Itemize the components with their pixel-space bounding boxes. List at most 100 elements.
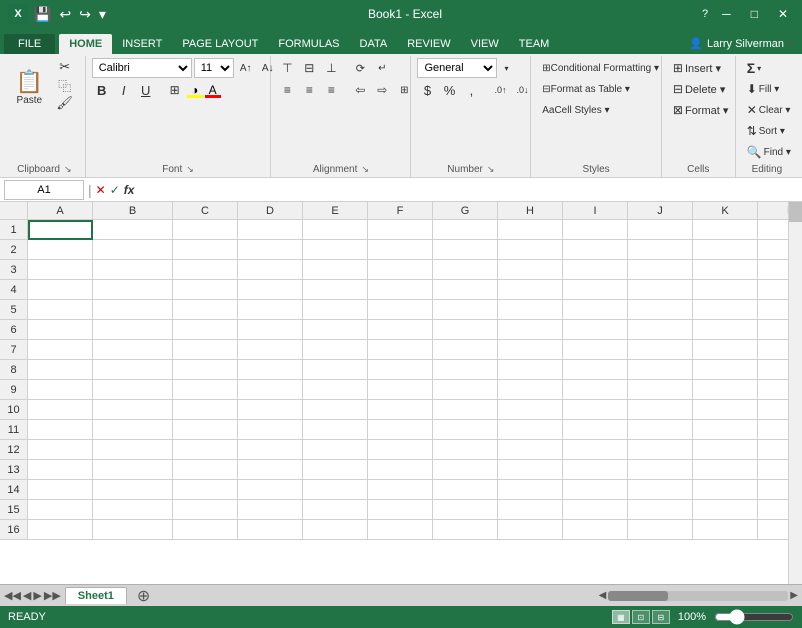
formula-input[interactable]	[138, 184, 798, 196]
tab-view[interactable]: VIEW	[461, 34, 509, 54]
comma-button[interactable]: ,	[461, 80, 481, 100]
cell-L1[interactable]	[758, 220, 788, 240]
cell-C5[interactable]	[173, 300, 238, 320]
col-header-H[interactable]: H	[498, 202, 563, 220]
cell-D16[interactable]	[238, 520, 303, 540]
save-qat-button[interactable]: 💾	[32, 6, 53, 23]
indent-dec-button[interactable]: ⇦	[350, 80, 370, 100]
cell-E8[interactable]	[303, 360, 368, 380]
row-num-5[interactable]: 5	[0, 300, 28, 320]
cell-I6[interactable]	[563, 320, 628, 340]
cell-D6[interactable]	[238, 320, 303, 340]
page-layout-view-button[interactable]: ⊡	[632, 610, 650, 624]
cell-K1[interactable]	[693, 220, 758, 240]
cell-E4[interactable]	[303, 280, 368, 300]
cell-J7[interactable]	[628, 340, 693, 360]
cut-button[interactable]: ✂	[51, 58, 79, 76]
col-header-G[interactable]: G	[433, 202, 498, 220]
tab-insert[interactable]: INSERT	[112, 34, 172, 54]
scrollbar-thumb[interactable]	[789, 202, 802, 222]
underline-button[interactable]: U	[136, 80, 156, 100]
cell-E2[interactable]	[303, 240, 368, 260]
clipboard-expand-icon[interactable]: ↘	[64, 164, 72, 175]
zoom-slider[interactable]	[714, 609, 794, 625]
cell-I12[interactable]	[563, 440, 628, 460]
cell-B10[interactable]	[93, 400, 173, 420]
cell-L5[interactable]	[758, 300, 788, 320]
cell-L3[interactable]	[758, 260, 788, 280]
cell-I11[interactable]	[563, 420, 628, 440]
cell-D1[interactable]	[238, 220, 303, 240]
cell-I3[interactable]	[563, 260, 628, 280]
cell-F8[interactable]	[368, 360, 433, 380]
cell-L7[interactable]	[758, 340, 788, 360]
font-color-indicator[interactable]: A	[205, 83, 221, 98]
cell-F13[interactable]	[368, 460, 433, 480]
cell-L8[interactable]	[758, 360, 788, 380]
col-header-A[interactable]: A	[28, 202, 93, 220]
cell-I16[interactable]	[563, 520, 628, 540]
sheet-nav-prev[interactable]: ◀	[23, 589, 31, 602]
row-num-12[interactable]: 12	[0, 440, 28, 460]
alignment-expand-icon[interactable]: ↘	[361, 164, 369, 175]
cell-K15[interactable]	[693, 500, 758, 520]
decrease-decimal-button[interactable]: .0↓	[512, 80, 532, 100]
format-painter-button[interactable]: 🖌	[51, 94, 79, 112]
tab-data[interactable]: DATA	[350, 34, 398, 54]
cell-E6[interactable]	[303, 320, 368, 340]
cell-L15[interactable]	[758, 500, 788, 520]
cell-L4[interactable]	[758, 280, 788, 300]
cell-E12[interactable]	[303, 440, 368, 460]
col-header-C[interactable]: C	[173, 202, 238, 220]
user-account[interactable]: 👤 Larry Silverman ▾	[679, 33, 802, 54]
cell-L11[interactable]	[758, 420, 788, 440]
cell-L9[interactable]	[758, 380, 788, 400]
cell-G4[interactable]	[433, 280, 498, 300]
cell-E10[interactable]	[303, 400, 368, 420]
cell-C3[interactable]	[173, 260, 238, 280]
wrap-text-button[interactable]: ↵	[372, 58, 392, 78]
cell-B11[interactable]	[93, 420, 173, 440]
cell-K9[interactable]	[693, 380, 758, 400]
horizontal-scrollbar-thumb[interactable]	[608, 591, 668, 601]
cell-A14[interactable]	[28, 480, 93, 500]
cell-K6[interactable]	[693, 320, 758, 340]
cell-J4[interactable]	[628, 280, 693, 300]
cell-I13[interactable]	[563, 460, 628, 480]
cell-B15[interactable]	[93, 500, 173, 520]
cell-C15[interactable]	[173, 500, 238, 520]
col-header-J[interactable]: J	[628, 202, 693, 220]
increase-font-button[interactable]: A↑	[236, 58, 256, 78]
cell-G8[interactable]	[433, 360, 498, 380]
scroll-right-button[interactable]: ▶	[790, 590, 798, 601]
cell-K13[interactable]	[693, 460, 758, 480]
row-num-4[interactable]: 4	[0, 280, 28, 300]
cell-F10[interactable]	[368, 400, 433, 420]
cell-J11[interactable]	[628, 420, 693, 440]
tab-review[interactable]: REVIEW	[397, 34, 460, 54]
cell-A15[interactable]	[28, 500, 93, 520]
cell-A12[interactable]	[28, 440, 93, 460]
sheet-nav-first[interactable]: ◀◀	[4, 589, 21, 602]
row-num-6[interactable]: 6	[0, 320, 28, 340]
top-align-button[interactable]: ⊤	[277, 58, 297, 78]
row-num-10[interactable]: 10	[0, 400, 28, 420]
align-left-button[interactable]: ≡	[277, 80, 297, 100]
cell-K16[interactable]	[693, 520, 758, 540]
cell-K12[interactable]	[693, 440, 758, 460]
cell-L16[interactable]	[758, 520, 788, 540]
cell-J10[interactable]	[628, 400, 693, 420]
number-expand-icon[interactable]: ↘	[487, 164, 495, 175]
col-header-I[interactable]: I	[563, 202, 628, 220]
cell-C13[interactable]	[173, 460, 238, 480]
cell-F9[interactable]	[368, 380, 433, 400]
cell-D14[interactable]	[238, 480, 303, 500]
col-header-D[interactable]: D	[238, 202, 303, 220]
italic-button[interactable]: I	[114, 80, 134, 100]
sheet-scroll[interactable]: ABCDEFGHIJKL 12345678910111213141516	[0, 202, 788, 584]
currency-button[interactable]: $	[417, 80, 437, 100]
cell-E14[interactable]	[303, 480, 368, 500]
cell-H12[interactable]	[498, 440, 563, 460]
cell-I4[interactable]	[563, 280, 628, 300]
cell-A13[interactable]	[28, 460, 93, 480]
